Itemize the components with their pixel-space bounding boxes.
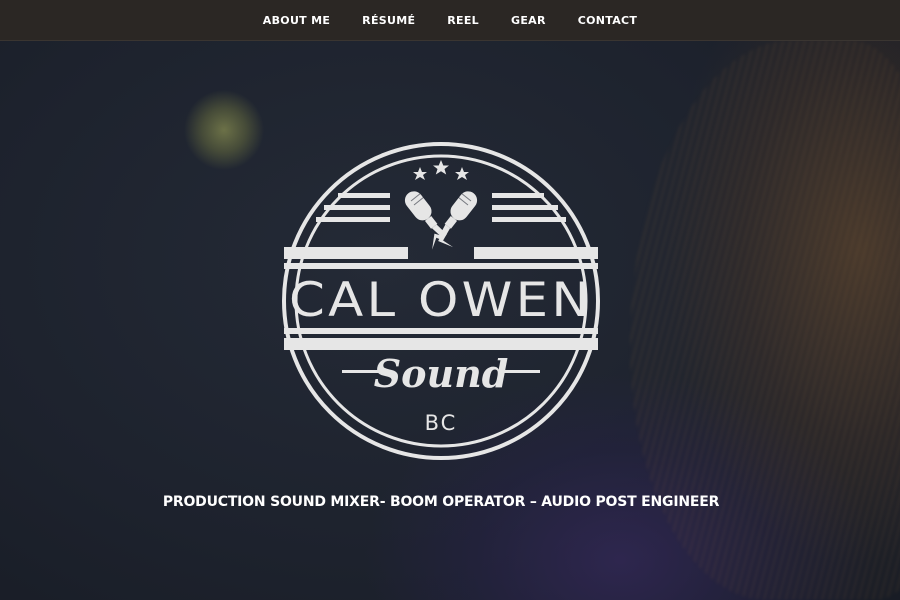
- nav-resume[interactable]: RÉSUMÉ: [346, 14, 431, 27]
- logo-badge: CAL OWEN Sound BC: [282, 142, 600, 460]
- nav-gear[interactable]: GEAR: [495, 14, 562, 27]
- logo-name: CAL OWEN: [289, 273, 593, 328]
- top-navigation: ABOUT ME RÉSUMÉ REEL GEAR CONTACT: [0, 0, 900, 41]
- star-icons: [413, 160, 469, 180]
- star-icon: [433, 160, 449, 175]
- nav-contact[interactable]: CONTACT: [562, 14, 653, 27]
- background-photo-figure: [630, 40, 900, 600]
- nav-about-me[interactable]: ABOUT ME: [247, 14, 346, 27]
- star-icon: [455, 167, 469, 180]
- tagline: PRODUCTION SOUND MIXER- BOOM OPERATOR – …: [162, 494, 720, 510]
- logo-region: BC: [425, 411, 458, 435]
- star-icon: [413, 167, 427, 180]
- hero-background: ABOUT ME RÉSUMÉ REEL GEAR CONTACT CAL OW…: [0, 0, 900, 600]
- cal-owen-sound-logo: CAL OWEN Sound BC: [280, 140, 602, 462]
- logo-script: Sound: [374, 351, 509, 396]
- nav-reel[interactable]: REEL: [431, 14, 495, 27]
- crossed-microphones-icon: [404, 191, 478, 250]
